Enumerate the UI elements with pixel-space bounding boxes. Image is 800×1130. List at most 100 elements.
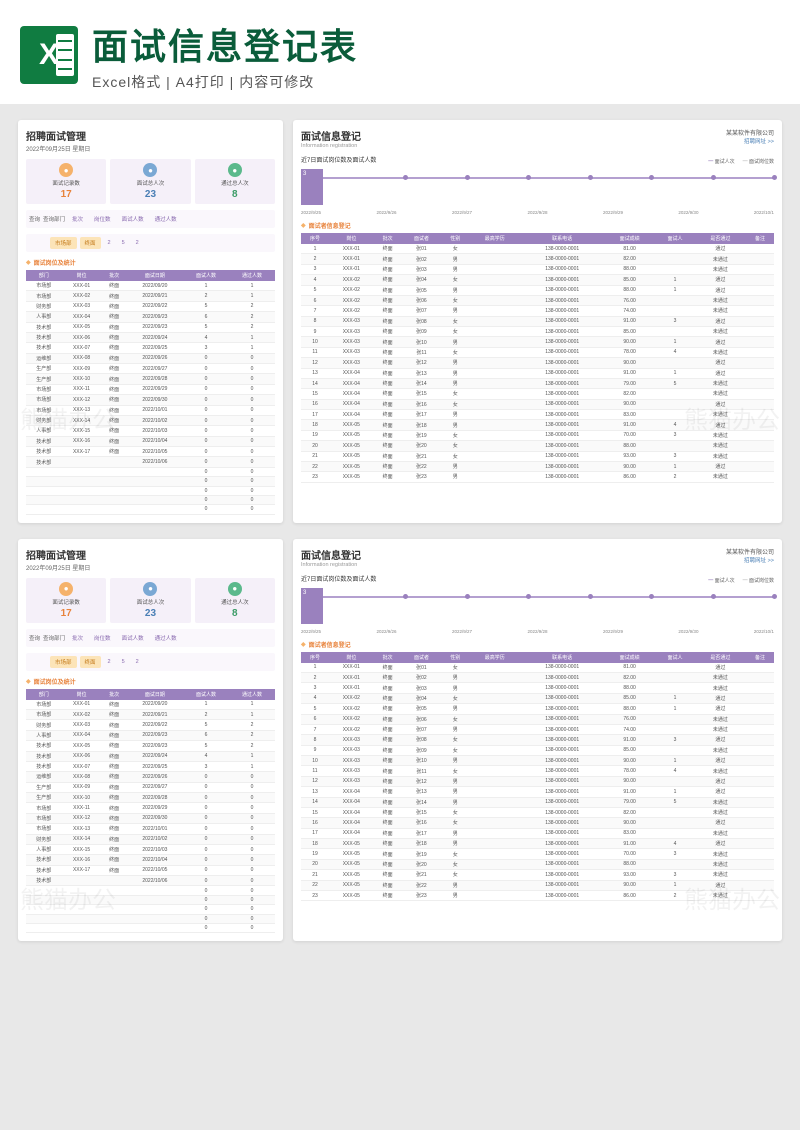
left-panel: 招聘面试管理 2022年09月25日 星期日 ● 面试记录数 17 ● 面试总人…	[18, 120, 283, 523]
table-cell: XXX-03	[329, 776, 374, 786]
table-cell: 女	[441, 316, 469, 326]
table-cell: 女	[441, 766, 469, 776]
table-cell: 通过	[695, 399, 746, 409]
table-cell: 23	[301, 890, 329, 900]
table-row: 14XXX-04终面张14男138-0000-000179.005未通过	[301, 797, 774, 807]
table-cell	[655, 859, 695, 869]
sheet-row-2: 招聘面试管理 2022年09月25日 星期日 ● 面试记录数 17 ● 面试总人…	[18, 539, 782, 942]
chart-series-line	[323, 596, 774, 598]
table-cell: 未通过	[695, 306, 746, 316]
table-cell: XXX-03	[329, 337, 374, 347]
table-cell: 12	[301, 358, 329, 368]
table-cell: 终面	[374, 285, 402, 295]
table-cell	[127, 895, 183, 904]
table-cell: 张08	[402, 735, 442, 745]
right-panel: 面试信息登记 Information registration 某某软件有限公司…	[293, 539, 782, 942]
table-cell: 运维部	[26, 353, 62, 363]
filter-row: 查询 查询部门 批次 岗位数 面试人数 通过人数	[26, 629, 275, 647]
table-row: 生产部XXX-09终面2022/09/2700	[26, 364, 275, 374]
table-cell: XXX-04	[329, 399, 374, 409]
table-cell: 0	[229, 364, 275, 374]
table-cell	[655, 673, 695, 683]
right-table: 序号岗位批次面试者性别最高学历联系电话面试成绩面试人是否通过备注1XXX-01终…	[301, 233, 774, 483]
filter-dept-button[interactable]: 市场部	[50, 656, 77, 668]
table-cell: 终面	[102, 436, 127, 446]
table-cell: 技术部	[26, 855, 62, 865]
table-cell: 22	[301, 461, 329, 471]
table-cell: 2022/10/03	[127, 426, 183, 436]
table-cell: 张17	[402, 828, 442, 838]
table-cell: 技术部	[26, 436, 62, 446]
table-cell: 3	[655, 849, 695, 859]
table-cell: 90.00	[604, 880, 655, 890]
table-cell: XXX-05	[329, 430, 374, 440]
metric-value: 17	[28, 189, 104, 200]
table-cell: 4	[655, 766, 695, 776]
table-cell: 78.00	[604, 347, 655, 357]
table-cell: 女	[441, 451, 469, 461]
pass-icon: ●	[228, 582, 242, 596]
table-cell: 2022/10/05	[127, 865, 183, 875]
table-cell: 0	[229, 886, 275, 895]
table-cell: 0	[183, 844, 229, 854]
metric-value: 8	[197, 608, 273, 619]
filter-dept-button[interactable]: 市场部	[50, 237, 77, 249]
table-row: 市场部XXX-02终面2022/09/2121	[26, 710, 275, 720]
recruit-link[interactable]: 招聘网址 >>	[726, 556, 774, 564]
table-cell: 女	[441, 389, 469, 399]
table-cell: 终面	[374, 472, 402, 482]
table-cell: 0	[229, 447, 275, 457]
table-cell: 未通过	[695, 828, 746, 838]
filter-batch-button[interactable]: 终面	[80, 237, 101, 249]
table-cell: 张17	[402, 410, 442, 420]
table-cell: 市场部	[26, 395, 62, 405]
table-cell	[746, 420, 774, 430]
table-cell	[469, 890, 520, 900]
table-cell: XXX-02	[62, 291, 102, 301]
table-cell: 1	[655, 787, 695, 797]
table-cell: 张21	[402, 870, 442, 880]
table-row: 市场部XXX-01终面2022/09/2011	[26, 700, 275, 710]
table-cell: XXX-03	[329, 766, 374, 776]
table-cell	[469, 828, 520, 838]
table-cell: 女	[441, 244, 469, 254]
table-cell: 终面	[374, 451, 402, 461]
table-cell: 0	[183, 415, 229, 425]
table-row: 6XXX-02终面张06女138-0000-000176.00未通过	[301, 714, 774, 724]
table-cell: XXX-04	[62, 730, 102, 740]
filter-val: 2	[132, 657, 143, 667]
table-cell	[127, 505, 183, 514]
recruit-link[interactable]: 招聘网址 >>	[726, 137, 774, 145]
table-cell: 138-0000-0001	[520, 756, 604, 766]
table-cell: 未通过	[695, 254, 746, 264]
metrics-row: ● 面试记录数 17 ● 面试总人次 23 ● 通过总人次 8	[26, 159, 275, 204]
table-cell: 138-0000-0001	[520, 244, 604, 254]
table-cell: 1	[655, 756, 695, 766]
filter-pass-label: 通过人数	[151, 213, 181, 225]
table-row: 运维部XXX-08终面2022/09/2600	[26, 353, 275, 363]
table-cell	[746, 399, 774, 409]
table-cell: 2022/09/20	[127, 700, 183, 710]
table-cell	[469, 745, 520, 755]
chart-dot	[772, 594, 777, 599]
table-cell	[469, 399, 520, 409]
right-title: 面试信息登记	[301, 128, 361, 143]
table-cell: 0	[229, 876, 275, 886]
table-cell	[469, 839, 520, 849]
table-header: 面试成绩	[604, 233, 655, 244]
table-cell	[62, 505, 102, 514]
table-cell	[655, 683, 695, 693]
table-cell: 138-0000-0001	[520, 787, 604, 797]
table-cell: 终面	[102, 364, 127, 374]
table-row: 2XXX-01终面张02男138-0000-000182.00未通过	[301, 254, 774, 264]
table-cell: 0	[183, 886, 229, 895]
table-cell: 终面	[374, 368, 402, 378]
table-cell: 0	[183, 447, 229, 457]
table-row: 11XXX-03终面张11女138-0000-000178.004未通过	[301, 766, 774, 776]
table-header: 是否通过	[695, 233, 746, 244]
filter-batch-button[interactable]: 终面	[80, 656, 101, 668]
table-cell: 90.00	[604, 776, 655, 786]
table-cell: 0	[229, 793, 275, 803]
table-cell: 女	[441, 818, 469, 828]
table-cell: 85.00	[604, 327, 655, 337]
